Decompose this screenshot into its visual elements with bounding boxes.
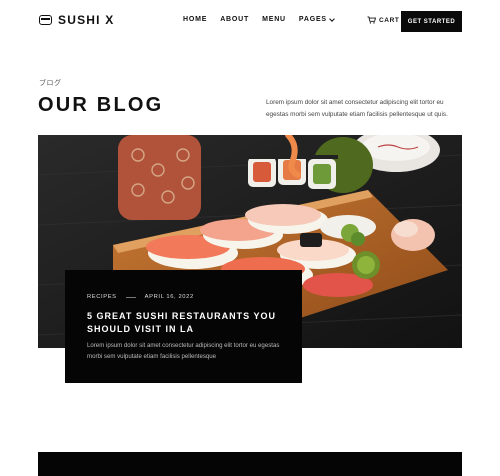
next-post-card[interactable] (38, 452, 462, 476)
post-category[interactable]: RECIPES (87, 294, 117, 300)
page-title: OUR BLOG (38, 94, 164, 116)
post-meta: RECIPES APRIL 16, 2022 (87, 294, 194, 300)
post-excerpt: Lorem ipsum dolor sit amet consectetur a… (87, 342, 280, 360)
brand-name: SUSHI X (58, 13, 115, 27)
chevron-down-icon (329, 15, 335, 22)
logo[interactable]: SUSHI X (39, 13, 114, 27)
nav-item-home[interactable]: HOME (183, 16, 207, 23)
nav-item-about[interactable]: ABOUT (220, 16, 249, 23)
featured-post-card[interactable]: RECIPES APRIL 16, 2022 5 GREAT SUSHI RES… (65, 270, 302, 383)
nav-item-pages[interactable]: PAGES (298, 15, 335, 23)
main-nav: HOME ABOUT MENU PAGES (183, 15, 335, 23)
blog-eyebrow: ブログ (39, 80, 62, 87)
post-date: APRIL 16, 2022 (144, 294, 194, 300)
meta-divider (125, 296, 136, 298)
cart-label: CART (379, 16, 400, 24)
cart-icon (367, 16, 376, 24)
cart-link[interactable]: CART (367, 16, 399, 24)
nav-item-menu[interactable]: MENU (262, 16, 286, 23)
get-started-button[interactable]: GET STARTED (401, 11, 462, 32)
site-header: SUSHI X HOME ABOUT MENU PAGES CART GET S… (0, 0, 500, 42)
post-title[interactable]: 5 GREAT SUSHI RESTAURANTS YOU SHOULD VIS… (87, 310, 282, 336)
blog-intro: Lorem ipsum dolor sit amet consectetur a… (266, 99, 448, 118)
nav-item-pages-label: PAGES (298, 16, 327, 23)
sushi-roll-icon (39, 15, 52, 25)
